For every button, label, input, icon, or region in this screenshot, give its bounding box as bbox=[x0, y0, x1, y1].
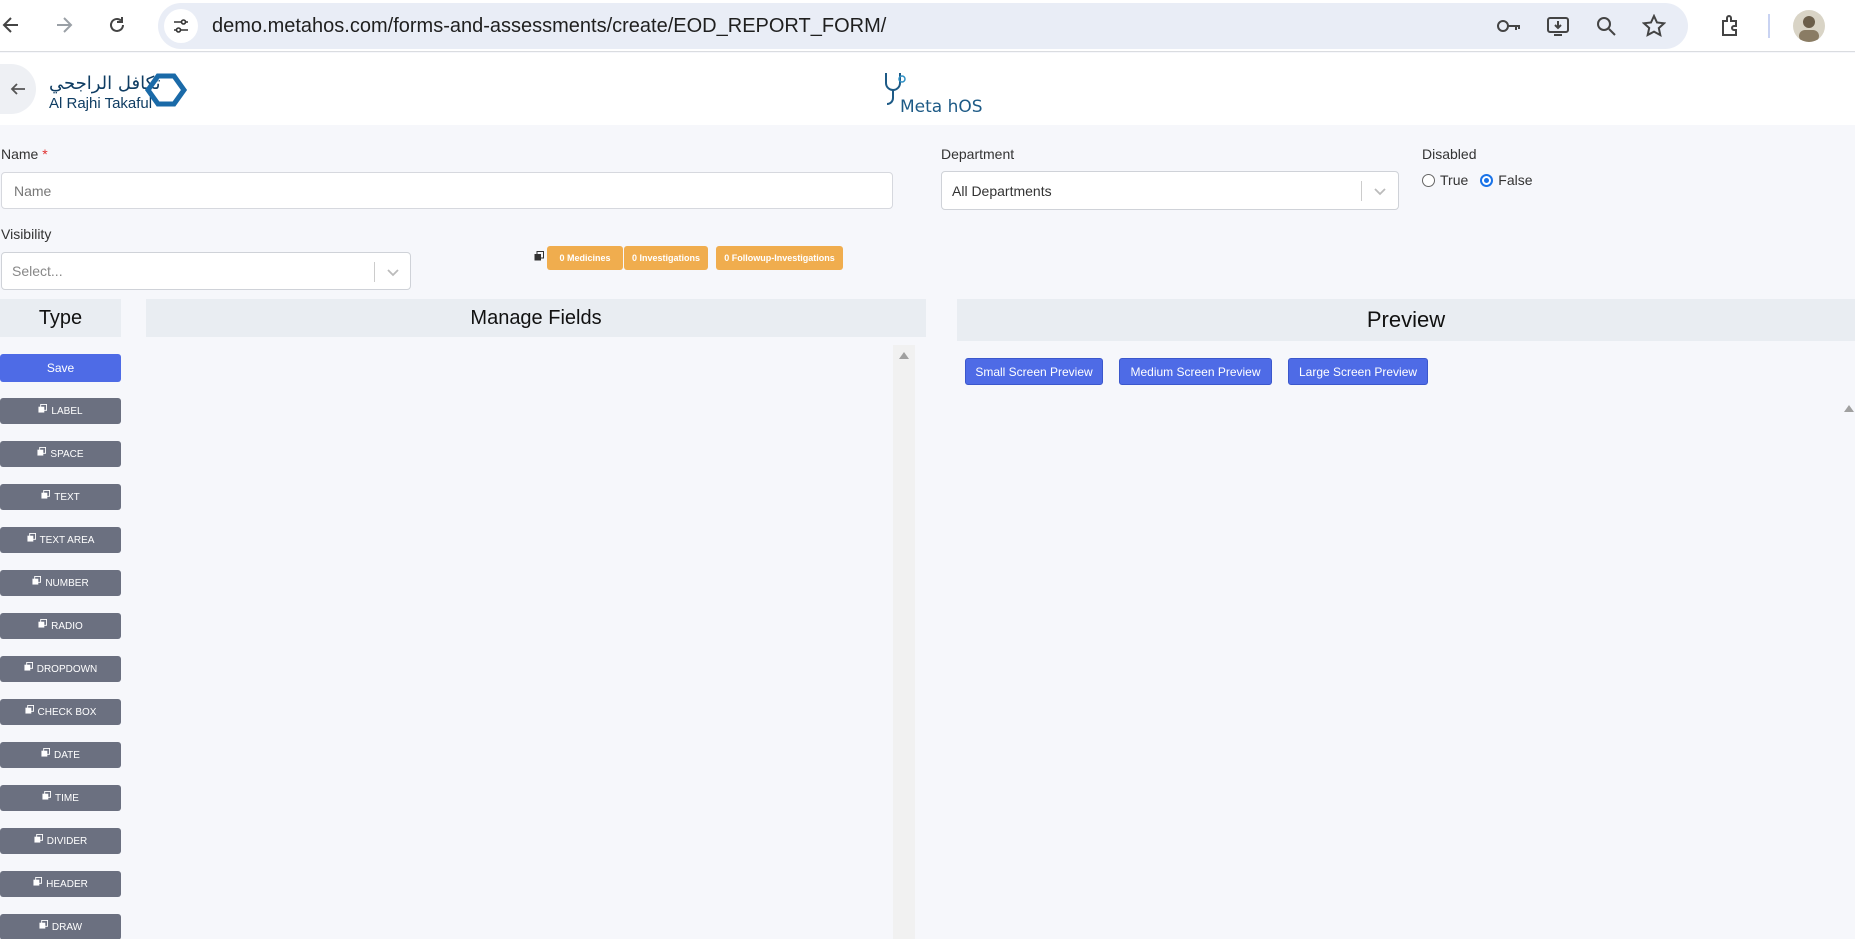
select-separator bbox=[1361, 181, 1362, 201]
browser-toolbar: demo.metahos.com/forms-and-assessments/c… bbox=[0, 0, 1855, 52]
zoom-icon[interactable] bbox=[1590, 10, 1622, 42]
field-type-button-date[interactable]: DATE bbox=[0, 742, 121, 768]
field-type-button-draw[interactable]: DRAW bbox=[0, 914, 121, 939]
arrow-left-icon bbox=[10, 83, 25, 95]
field-type-label: TEXT bbox=[54, 491, 80, 503]
field-type-button-check-box[interactable]: CHECK BOX bbox=[0, 699, 121, 725]
brand-english-name: Al Rajhi Takaful bbox=[49, 95, 153, 112]
small-screen-preview-button[interactable]: Small Screen Preview bbox=[965, 358, 1103, 385]
field-type-label: HEADER bbox=[46, 878, 88, 890]
site-settings-icon[interactable] bbox=[164, 9, 198, 43]
copy-icon bbox=[38, 618, 48, 628]
copy-icon bbox=[38, 403, 48, 413]
bookmark-star-icon[interactable] bbox=[1638, 10, 1670, 42]
key-icon[interactable] bbox=[1493, 10, 1525, 42]
visibility-placeholder: Select... bbox=[12, 263, 63, 279]
field-type-label: TIME bbox=[55, 792, 79, 804]
department-select[interactable]: All Departments bbox=[941, 171, 1399, 210]
field-type-button-label[interactable]: LABEL bbox=[0, 398, 121, 424]
field-type-button-space[interactable]: SPACE bbox=[0, 441, 121, 467]
field-type-label: DATE bbox=[54, 749, 80, 761]
field-type-label: DRAW bbox=[51, 921, 83, 933]
disabled-radio-group: True False bbox=[1422, 172, 1545, 188]
visibility-select[interactable]: Select... bbox=[1, 252, 411, 290]
copy-icon bbox=[41, 489, 51, 499]
disabled-false-radio[interactable] bbox=[1480, 173, 1494, 187]
reload-icon[interactable] bbox=[100, 8, 134, 42]
preview-title: Preview bbox=[957, 299, 1855, 341]
field-type-button-radio[interactable]: RADIO bbox=[0, 613, 121, 639]
copy-icon bbox=[27, 532, 36, 542]
field-type-label: TEXT AREA bbox=[39, 534, 95, 546]
field-type-button-header[interactable]: HEADER bbox=[0, 871, 121, 897]
copy-icon bbox=[534, 251, 544, 261]
manage-fields-title: Manage Fields bbox=[146, 299, 926, 337]
chevron-down-icon[interactable] bbox=[1371, 182, 1389, 200]
field-type-button-number[interactable]: NUMBER bbox=[0, 570, 121, 596]
field-type-button-text[interactable]: TEXT bbox=[0, 484, 121, 510]
copy-icon bbox=[32, 575, 42, 585]
large-screen-preview-button[interactable]: Large Screen Preview bbox=[1288, 358, 1428, 385]
url-text[interactable]: demo.metahos.com/forms-and-assessments/c… bbox=[212, 15, 886, 38]
copy-icon bbox=[34, 833, 43, 843]
manage-fields-scrollbar[interactable] bbox=[893, 345, 915, 939]
field-type-button-dropdown[interactable]: DROPDOWN bbox=[0, 656, 121, 682]
field-type-label: NUMBER bbox=[45, 577, 89, 589]
name-placeholder: Name bbox=[14, 182, 52, 199]
disabled-true-label: True bbox=[1440, 172, 1469, 188]
back-button[interactable] bbox=[0, 64, 36, 114]
disabled-false-label: False bbox=[1498, 172, 1533, 188]
field-type-label: DROPDOWN bbox=[36, 663, 98, 675]
field-type-label: LABEL bbox=[51, 405, 83, 417]
medicines-badge[interactable]: 0 Medicines bbox=[547, 246, 623, 270]
preview-scroll-up-arrow-icon[interactable] bbox=[1844, 405, 1854, 412]
followup-investigations-badge[interactable]: 0 Followup-Investigations bbox=[716, 246, 843, 270]
field-type-button-divider[interactable]: DIVIDER bbox=[0, 828, 121, 854]
extensions-icon[interactable] bbox=[1715, 10, 1747, 42]
forward-arrow-icon[interactable] bbox=[47, 8, 81, 42]
app-logo-text: Meta hOS bbox=[900, 97, 983, 117]
field-type-label: SPACE bbox=[50, 448, 84, 460]
scroll-up-arrow-icon[interactable] bbox=[899, 352, 909, 359]
select-separator bbox=[374, 262, 375, 282]
copy-icon bbox=[37, 446, 47, 456]
toolbar-divider bbox=[1768, 14, 1770, 38]
profile-avatar[interactable] bbox=[1793, 10, 1825, 42]
copy-icon bbox=[42, 790, 52, 800]
field-type-label: DIVIDER bbox=[46, 835, 88, 847]
al-rajhi-logo-icon bbox=[144, 73, 188, 107]
copy-icon bbox=[39, 919, 48, 929]
address-bar[interactable]: demo.metahos.com/forms-and-assessments/c… bbox=[158, 3, 1688, 49]
manage-fields-area[interactable] bbox=[146, 345, 916, 939]
disabled-label: Disabled bbox=[1422, 146, 1477, 162]
field-type-label: RADIO bbox=[51, 620, 83, 632]
visibility-label: Visibility bbox=[1, 226, 52, 242]
investigations-badge[interactable]: 0 Investigations bbox=[624, 246, 708, 270]
department-label: Department bbox=[941, 146, 1015, 162]
install-app-icon[interactable] bbox=[1542, 10, 1574, 42]
name-label: Name * bbox=[1, 146, 48, 162]
field-type-button-text-area[interactable]: TEXT AREA bbox=[0, 527, 121, 553]
field-type-label: CHECK BOX bbox=[37, 706, 97, 718]
medium-screen-preview-button[interactable]: Medium Screen Preview bbox=[1119, 358, 1272, 385]
name-input[interactable]: Name bbox=[1, 172, 893, 209]
type-panel-title: Type bbox=[0, 299, 121, 337]
copy-icon bbox=[33, 876, 43, 886]
department-value: All Departments bbox=[952, 182, 1052, 199]
save-button[interactable]: Save bbox=[0, 354, 121, 382]
copy-icon bbox=[41, 747, 51, 757]
app-header: تكافل الراجحي Al Rajhi Takaful Meta hOS bbox=[0, 53, 1855, 125]
chevron-down-icon[interactable] bbox=[384, 263, 402, 281]
back-arrow-icon[interactable] bbox=[0, 8, 28, 42]
copy-icon bbox=[24, 661, 33, 671]
disabled-true-radio[interactable] bbox=[1422, 173, 1435, 187]
field-type-button-time[interactable]: TIME bbox=[0, 785, 121, 811]
copy-icon bbox=[24, 704, 34, 714]
